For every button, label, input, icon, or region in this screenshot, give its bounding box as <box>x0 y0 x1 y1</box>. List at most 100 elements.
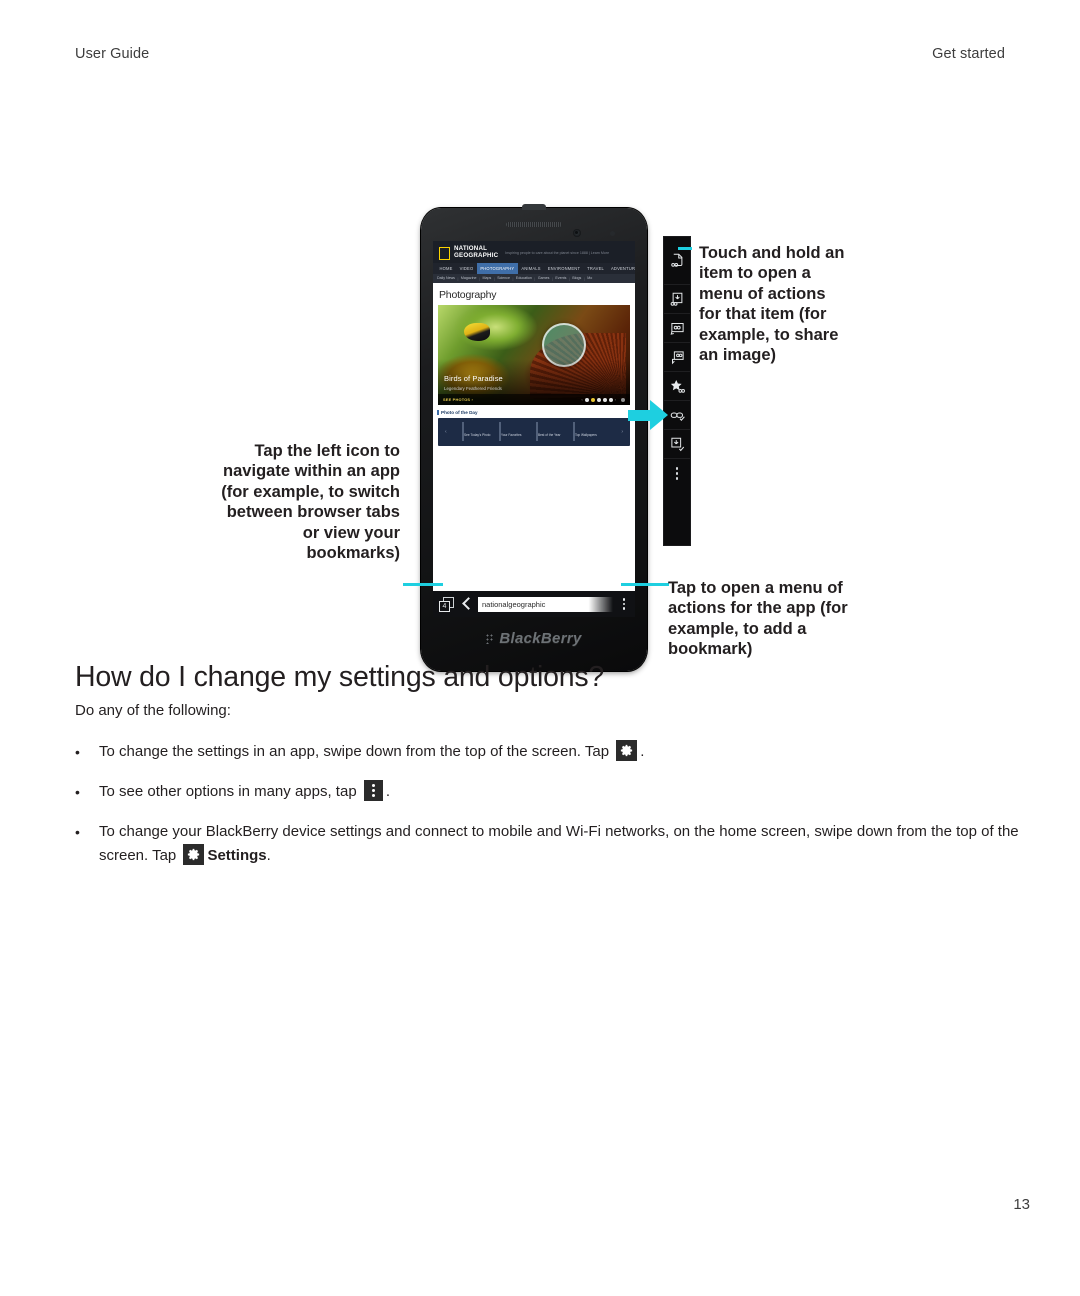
blackberry-wordmark: BlackBerry <box>421 630 647 647</box>
context-menu-item-download[interactable] <box>664 430 690 459</box>
settings-label: Settings <box>207 847 267 864</box>
natgeo-site-header: NATIONAL GEOGRAPHIC Inspiring people to … <box>433 241 635 263</box>
subnav-item-games[interactable]: Games <box>538 274 550 283</box>
subnav-item-events[interactable]: Events <box>555 274 566 283</box>
natgeo-page-title: Photography <box>439 289 497 301</box>
list-item: • To see other options in many apps, tap… <box>75 780 1020 804</box>
subnav-item-maps[interactable]: Maps <box>482 274 491 283</box>
potd-thumbnail[interactable]: Top Wallpapers <box>573 422 606 441</box>
photo-of-the-day-carousel: ‹ See Today's Photo Your Favorites Best … <box>438 418 630 446</box>
natgeo-tagline: Inspiring people to care about the plane… <box>505 251 610 255</box>
context-menu-item-add-bookmark[interactable] <box>664 372 690 401</box>
overflow-menu-icon[interactable] <box>619 598 629 610</box>
proximity-sensor-icon <box>610 231 615 236</box>
hero-title: Birds of Paradise <box>444 374 503 383</box>
nav-item-home[interactable]: HOME <box>436 263 456 274</box>
phone-screen: NATIONAL GEOGRAPHIC Inspiring people to … <box>433 241 635 617</box>
phone-top-nub <box>522 204 546 210</box>
subnav-item-science[interactable]: Science <box>497 274 510 283</box>
bullet-1-suffix: . <box>640 743 645 760</box>
front-camera-icon <box>573 229 581 237</box>
natgeo-primary-nav: HOME VIDEO PHOTOGRAPHY ANIMALS ENVIRONME… <box>433 263 635 274</box>
list-item: • To change your BlackBerry device setti… <box>75 820 1020 868</box>
nav-item-animals[interactable]: ANIMALS <box>518 263 544 274</box>
browser-tabs-icon[interactable]: 4 <box>439 596 454 612</box>
context-menu-item-save-image[interactable] <box>664 285 690 314</box>
gear-icon <box>616 740 638 761</box>
natgeo-logo-line2: GEOGRAPHIC <box>454 251 499 259</box>
potd-next-icon[interactable]: › <box>621 429 623 435</box>
hero-subtitle: Legendary Feathered Friends <box>444 386 502 391</box>
potd-thumbnail[interactable]: Best of the Year <box>536 422 569 441</box>
carousel-prev-icon[interactable]: ‹ <box>581 397 582 402</box>
speaker-grille-icon <box>506 222 562 227</box>
natgeo-logo-icon <box>439 247 450 260</box>
cyan-pointer-arrow-icon <box>628 400 668 430</box>
see-photos-link[interactable]: SEE PHOTOS › <box>443 397 473 402</box>
leader-line-right <box>621 583 669 586</box>
potd-thumb-caption: Best of the Year <box>538 433 561 437</box>
callout-bottom-right-text: Tap to open a menu of actions for the ap… <box>668 579 848 659</box>
potd-thumbnail[interactable]: Your Favorites <box>499 422 532 441</box>
subnav-item-daily-news[interactable]: Daily News <box>437 274 455 283</box>
overflow-menu-icon <box>363 780 383 801</box>
nav-item-adventure[interactable]: ADVENTURE <box>607 263 635 274</box>
page-title: How do I change my settings and options? <box>75 661 605 694</box>
subnav-item-blogs[interactable]: Blogs <box>572 274 581 283</box>
back-chevron-icon[interactable] <box>460 598 472 610</box>
bullet-marker: • <box>75 744 80 760</box>
bullet-marker: • <box>75 824 80 840</box>
carousel-dot-active[interactable] <box>590 397 595 402</box>
carousel-next-icon[interactable]: › <box>615 397 616 402</box>
url-input[interactable]: nationalgeographic <box>478 596 613 612</box>
context-menu-item-open-link-new-tab[interactable] <box>664 343 690 372</box>
page-number: 13 <box>1013 1196 1030 1213</box>
context-menu-item-more-actions[interactable] <box>664 459 690 488</box>
bullet-2-text: To see other options in many apps, tap <box>99 783 357 800</box>
leader-line-left <box>403 583 443 586</box>
browser-tab-count: 4 <box>439 600 450 612</box>
page-header: User Guide Get started <box>75 46 1005 62</box>
instructions-list: • To change the settings in an app, swip… <box>75 740 1020 884</box>
carousel-dot[interactable] <box>596 397 601 402</box>
context-menu-item-save-page[interactable] <box>664 237 690 285</box>
carousel-dot[interactable] <box>584 397 589 402</box>
bullet-3-suffix: . <box>266 847 271 864</box>
subnav-item-education[interactable]: Education <box>516 274 532 283</box>
bullet-1-text: To change the settings in an app, swipe … <box>99 743 610 760</box>
subnav-item-more[interactable]: Mo <box>587 274 592 283</box>
intro-text: Do any of the following: <box>75 702 231 719</box>
nav-item-photography[interactable]: PHOTOGRAPHY <box>476 263 518 274</box>
illustration-figure: NATIONAL GEOGRAPHIC Inspiring people to … <box>0 100 1080 671</box>
potd-thumb-image <box>573 422 575 441</box>
nav-item-environment[interactable]: ENVIRONMENT <box>544 263 583 274</box>
hero-carousel[interactable]: Birds of Paradise Legendary Feathered Fr… <box>438 305 630 405</box>
potd-prev-icon[interactable]: ‹ <box>445 429 447 435</box>
hero-bird-detail <box>464 323 490 341</box>
callout-top-right-text: Touch and hold an item to open a menu of… <box>699 244 845 365</box>
potd-thumb-image <box>499 422 501 441</box>
blackberry-phone-illustration: NATIONAL GEOGRAPHIC Inspiring people to … <box>421 204 647 671</box>
nav-item-travel[interactable]: TRAVEL <box>584 263 608 274</box>
carousel-dots[interactable]: ‹ › <box>581 397 625 402</box>
potd-thumb-image <box>536 422 538 441</box>
carousel-pause-icon[interactable] <box>621 397 625 402</box>
natgeo-page-body: Photography Birds of Paradise Legendary … <box>433 283 635 617</box>
potd-thumb-caption: See Today's Photo <box>464 433 491 437</box>
bullet-2-suffix: . <box>385 783 391 800</box>
carousel-dot[interactable] <box>608 397 613 402</box>
nav-item-video[interactable]: VIDEO <box>456 263 477 274</box>
context-menu-strip <box>663 236 691 546</box>
hero-footer-bar: SEE PHOTOS › ‹ › <box>438 394 630 405</box>
list-item: • To change the settings in an app, swip… <box>75 740 1020 764</box>
context-menu-item-open-link[interactable] <box>664 314 690 343</box>
subnav-item-magazine[interactable]: Magazine <box>461 274 477 283</box>
natgeo-logo-text: NATIONAL GEOGRAPHIC <box>454 245 499 259</box>
browser-action-bar: 4 nationalgeographic <box>433 591 635 617</box>
gear-icon <box>183 844 205 865</box>
potd-thumb-caption: Your Favorites <box>501 433 522 437</box>
bullet-marker: • <box>75 784 80 800</box>
more-actions-icon[interactable] <box>675 467 679 480</box>
carousel-dot[interactable] <box>602 397 607 402</box>
potd-thumbnail[interactable]: See Today's Photo <box>462 422 495 441</box>
